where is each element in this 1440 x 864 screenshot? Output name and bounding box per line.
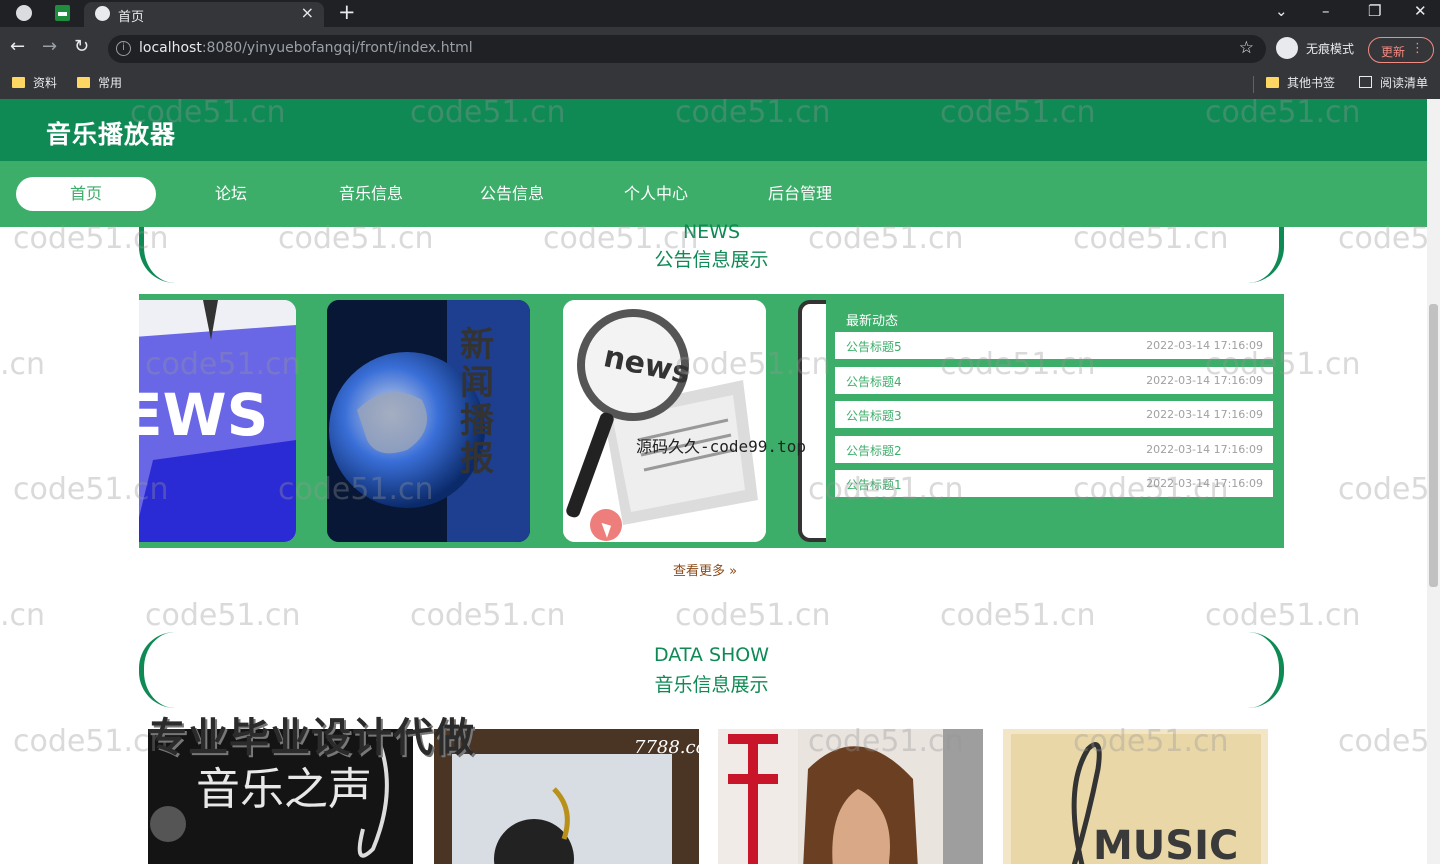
site-title: 音乐播放器 <box>46 120 177 149</box>
watermark: code51.cn <box>145 598 301 633</box>
tab-title: 首页 <box>118 10 145 25</box>
browser-tab-home[interactable]: 首页 × <box>84 2 324 27</box>
incognito-icon <box>1276 37 1298 59</box>
incognito-label: 无痕模式 <box>1306 42 1355 56</box>
view-more-link[interactable]: 查看更多 » <box>673 560 737 579</box>
page-viewport: 音乐播放器 首页 论坛 音乐信息 公告信息 个人中心 后台管理 NEWS 公告信… <box>0 99 1440 864</box>
folder-icon <box>12 77 25 88</box>
watermark: code51.cn <box>13 724 169 759</box>
watermark: code51.cn <box>675 598 831 633</box>
news-heading-en: NEWS <box>682 221 741 243</box>
address-bar-row: ← → ↻ i localhost:8080/yinyuebofangqi/fr… <box>0 27 1440 70</box>
restore-icon[interactable]: ❐ <box>1368 2 1381 20</box>
vertical-caption: 新闻播报 <box>460 325 494 479</box>
page-scrollbar[interactable] <box>1427 99 1440 864</box>
menu-item-notices[interactable]: 公告信息 <box>442 177 582 211</box>
latest-news-panel: 最新动态 公告标题5 2022-03-14 17:16:09 公告标题4 202… <box>826 294 1284 548</box>
card-text-music: MUSIC <box>1093 823 1238 864</box>
news-item-title: 公告标题4 <box>846 375 902 389</box>
watermark: code51.cn <box>940 598 1096 633</box>
watermark: .cn <box>0 598 46 633</box>
back-arrow-icon[interactable]: ← <box>10 36 25 57</box>
reading-list[interactable]: 阅读清单 <box>1359 74 1428 91</box>
close-window-icon[interactable]: ✕ <box>1414 2 1427 20</box>
reading-list-icon <box>1359 76 1372 88</box>
menu-item-forum[interactable]: 论坛 <box>161 177 301 211</box>
update-label: 更新 <box>1381 45 1406 59</box>
bookmark-folder-changyong[interactable]: 常用 <box>77 74 122 91</box>
update-button[interactable]: 更新 ⋮ <box>1368 37 1434 63</box>
watermark: code51.cn <box>1338 472 1427 507</box>
news-item-date: 2022-03-14 17:16:09 <box>1146 374 1263 387</box>
news-list-item[interactable]: 公告标题4 2022-03-14 17:16:09 <box>835 367 1273 394</box>
news-list-item[interactable]: 公告标题5 2022-03-14 17:16:09 <box>835 332 1273 359</box>
news-box: EWS news 最新动态 公告标题5 2022-03-14 17:16:09 … <box>139 294 1284 548</box>
folder-icon <box>77 77 90 88</box>
watermark: code51.cn <box>410 598 566 633</box>
latest-news-title: 最新动态 <box>846 314 899 329</box>
card-text-voice: 音乐之声 <box>196 764 372 815</box>
reload-icon[interactable]: ↻ <box>74 36 89 57</box>
bookmark-separator <box>1253 76 1254 93</box>
news-list-item[interactable]: 公告标题1 2022-03-14 17:16:09 <box>835 470 1273 497</box>
sheets-app-icon[interactable] <box>55 5 70 21</box>
close-icon[interactable]: × <box>301 3 314 22</box>
news-slide-2[interactable] <box>327 300 530 542</box>
watermark: .cn <box>0 347 46 382</box>
promo-banner: 专业毕业设计代做 <box>147 715 475 761</box>
bookmarks-bar: 资料 常用 其他书签 阅读清单 <box>0 70 1440 99</box>
star-icon[interactable]: ☆ <box>1239 38 1254 58</box>
new-tab-plus-icon[interactable]: + <box>338 0 356 24</box>
data-heading-en: DATA SHOW <box>653 644 770 666</box>
watermark: code51.cn <box>1205 598 1361 633</box>
site-header: 音乐播放器 <box>0 99 1427 161</box>
folder-icon <box>1266 77 1279 88</box>
data-heading-zh: 音乐信息展示 <box>654 674 769 696</box>
more-vert-icon: ⋮ <box>1411 41 1424 56</box>
card-text-site: 7788.com <box>634 737 699 758</box>
news-section-heading: NEWS 公告信息展示 <box>139 221 1284 283</box>
news-item-title: 公告标题1 <box>846 478 902 492</box>
news-item-date: 2022-03-14 17:16:09 <box>1146 477 1263 490</box>
menu-item-admin[interactable]: 后台管理 <box>730 177 870 211</box>
bookmark-folder-ziliao[interactable]: 资料 <box>12 74 57 91</box>
music-card[interactable] <box>718 729 983 864</box>
bookmark-other[interactable]: 其他书签 <box>1266 74 1335 91</box>
chevron-down-icon[interactable]: ⌄ <box>1275 2 1288 20</box>
news-slide-4[interactable] <box>798 300 826 542</box>
news-slide-1[interactable]: EWS <box>139 300 296 542</box>
news-heading-zh: 公告信息展示 <box>654 249 769 271</box>
scrollbar-thumb[interactable] <box>1429 304 1438 587</box>
globe-icon[interactable] <box>16 5 32 21</box>
globe-icon <box>95 6 110 21</box>
main-menu: 首页 论坛 音乐信息 公告信息 个人中心 后台管理 <box>0 161 1427 227</box>
ews-text: EWS <box>139 381 268 449</box>
watermark: code51.cn <box>1338 724 1427 759</box>
browser-tab-bar: 首页 × + ⌄ – ❐ ✕ <box>0 0 1440 27</box>
news-item-title: 公告标题3 <box>846 409 902 423</box>
info-icon[interactable]: i <box>116 41 131 56</box>
news-item-title: 公告标题5 <box>846 340 902 354</box>
news-item-title: 公告标题2 <box>846 444 902 458</box>
news-item-date: 2022-03-14 17:16:09 <box>1146 443 1263 456</box>
source-stamp: 源码久久-code99.top <box>636 437 806 456</box>
menu-item-music-info[interactable]: 音乐信息 <box>301 177 441 211</box>
menu-item-profile[interactable]: 个人中心 <box>586 177 726 211</box>
music-card[interactable]: MUSIC <box>1003 729 1268 864</box>
news-item-date: 2022-03-14 17:16:09 <box>1146 339 1263 352</box>
menu-item-home[interactable]: 首页 <box>16 177 156 211</box>
news-item-date: 2022-03-14 17:16:09 <box>1146 408 1263 421</box>
minimize-icon[interactable]: – <box>1322 2 1330 20</box>
news-list-item[interactable]: 公告标题3 2022-03-14 17:16:09 <box>835 401 1273 428</box>
url-input[interactable]: i localhost:8080/yinyuebofangqi/front/in… <box>108 35 1266 63</box>
url-text: localhost:8080/yinyuebofangqi/front/inde… <box>139 40 473 56</box>
forward-arrow-icon[interactable]: → <box>42 36 57 57</box>
news-list-item[interactable]: 公告标题2 2022-03-14 17:16:09 <box>835 436 1273 463</box>
news-slide-3[interactable]: news <box>563 300 766 542</box>
data-section-heading: DATA SHOW 音乐信息展示 <box>139 632 1284 708</box>
